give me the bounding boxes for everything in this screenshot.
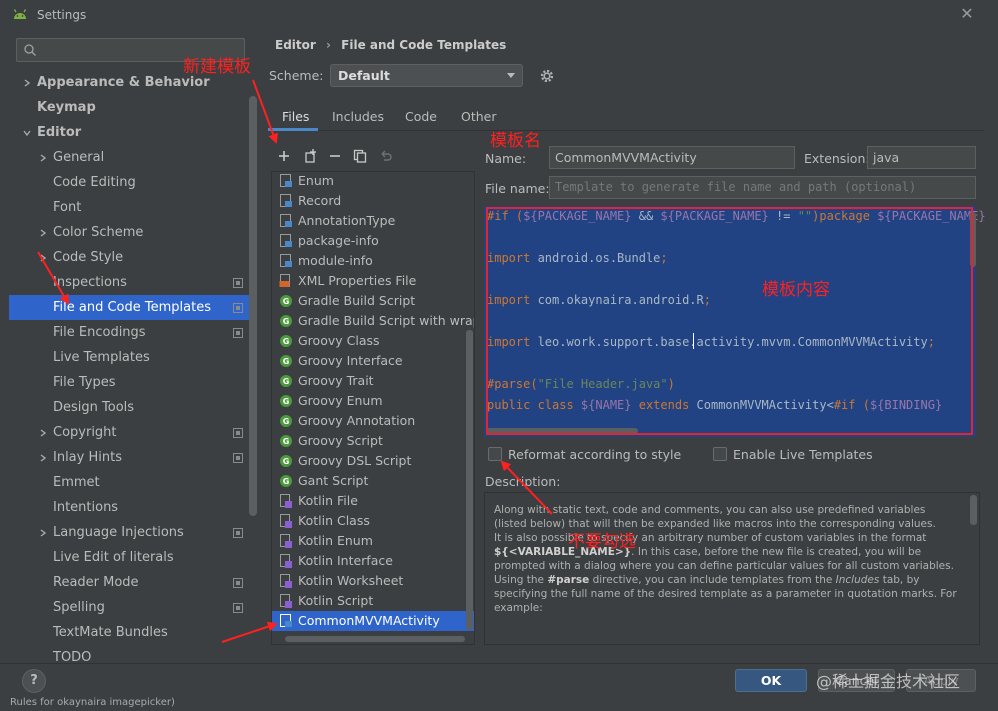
arrow-to-checkbox (500, 460, 553, 515)
annotation-arrows (37, 79, 553, 643)
arrow-to-template (221, 621, 278, 643)
arrow-to-tree-item (37, 251, 70, 305)
arrow-to-add (252, 79, 278, 144)
watermark: @稀土掘金技术社区 (816, 672, 961, 691)
